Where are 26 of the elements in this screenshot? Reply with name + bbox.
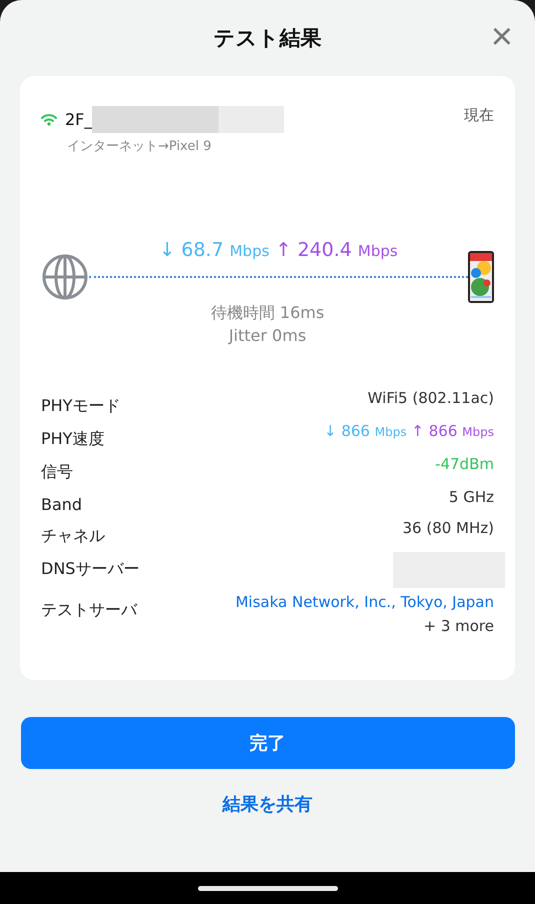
- detail-label: テストサーバ: [41, 599, 137, 621]
- detail-value: 5 GHz: [448, 488, 494, 506]
- latency-text: 待機時間 16ms: [210, 303, 324, 324]
- close-button[interactable]: ×: [490, 18, 513, 56]
- detail-value: WiFi5 (802.11ac): [368, 389, 494, 407]
- jitter-text: Jitter 0ms: [228, 326, 306, 345]
- time-text: 現在: [464, 106, 494, 125]
- speed-text: ↓ 68.7 Mbps ↑ 240.4 Mbps: [158, 239, 399, 261]
- detail-label: Band: [41, 494, 82, 514]
- share-button[interactable]: 結果を共有: [216, 791, 318, 817]
- done-button[interactable]: 完了: [20, 717, 514, 769]
- dialog-title: テスト結果: [214, 25, 322, 52]
- globe-icon: [41, 253, 89, 301]
- detail-value: 36 (80 MHz): [402, 519, 494, 537]
- phone-icon: [468, 251, 494, 303]
- network-name: 2F_: [65, 110, 92, 129]
- detail-label: DNSサーバー: [41, 558, 140, 580]
- detail-label: 信号: [41, 461, 73, 483]
- detail-label: PHYモード: [41, 395, 120, 417]
- detail-label: PHY速度: [41, 428, 104, 450]
- signal-value: -47dBm: [435, 455, 494, 473]
- detail-label: チャネル: [41, 525, 105, 547]
- phy-speed-value: ↓ 866 Mbps ↑ 866 Mbps: [324, 422, 494, 440]
- server-link[interactable]: Misaka Network, Inc., Tokyo, Japan: [235, 593, 494, 611]
- route-text: インターネット→Pixel 9: [66, 138, 212, 155]
- more-link[interactable]: + 3 more: [423, 617, 494, 635]
